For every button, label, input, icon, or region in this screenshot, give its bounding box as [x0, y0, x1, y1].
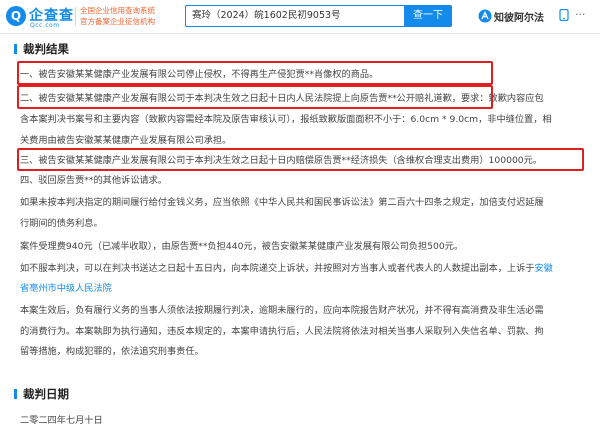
court-fee: 案件受理费940元（已减半收取），由原告贾**负担440元，被告安徽某某健康产业… — [20, 241, 464, 252]
date-section-title: 裁判日期 — [14, 386, 69, 402]
enforcement-clause-cont: 的消费行为。本案執即为执行通知，违反本规定的，本案申请执行后，人民法院将依法对相… — [20, 326, 544, 337]
verdict-item-2-end: 关费用由被告安徽某某健康产业发展有限公司承担。 — [20, 135, 232, 146]
top-bar: Q 企查查 Qcc.com 全国企业信用查询系统 官方备案企业征信机构 赛玲（2… — [0, 0, 600, 34]
tagline-line-2: 官方备案企业征信机构 — [80, 17, 155, 26]
tagline: 全国企业信用查询系统 官方备案企业征信机构 — [80, 5, 155, 27]
tagline-line-1: 全国企业信用查询系统 — [80, 6, 155, 15]
more-menu-icon[interactable]: ··· — [575, 8, 586, 21]
enforcement-clause-end: 留等措施，构成犯罪的，依法追究刑事责任。 — [20, 346, 204, 357]
search-button[interactable]: 查一下 — [404, 5, 452, 27]
search-input[interactable]: 赛玲（2024）皖1602民初9053号 — [185, 5, 404, 27]
appeal-court-link[interactable]: 省亳州市中级人民法院 — [20, 283, 112, 294]
section-marker — [14, 389, 17, 399]
verdict-title-text: 裁判结果 — [23, 42, 69, 56]
highlight-box-item-2 — [17, 85, 493, 109]
highlight-box-item-3 — [17, 148, 584, 171]
verdict-item-2-cont: 含本案判决书案号和主要内容（致歉内容需经本院及原告审核认可），报纸致歉版面面积不… — [20, 114, 552, 125]
enforcement-clause: 本案生效后，负有履行义务的当事人须依法按期履行判决，逾期未履行的，应向本院报告财… — [20, 305, 544, 316]
appeal-clause: 如不服本判决，可以在判决书送达之日起十五日内，向本院递交上诉状，并按照对方当事人… — [20, 263, 553, 274]
section-marker — [14, 44, 17, 54]
verdict-item-4: 四、驳回原告贾**的其他诉讼请求。 — [20, 175, 167, 186]
payment-clause-cont: 行期间的债务利息。 — [20, 218, 103, 229]
appeal-court: 省亳州市中级人民法院 — [20, 282, 112, 295]
highlight-box-item-1 — [17, 61, 493, 85]
header-divider — [75, 7, 76, 26]
date-title-text: 裁判日期 — [23, 387, 69, 401]
qcc-logo-subtext: Qcc.com — [30, 22, 60, 29]
qcc-logo-icon[interactable]: Q — [6, 6, 26, 26]
judgment-date-value: 二零二四年七月十日 — [20, 415, 103, 426]
payment-clause: 如果未按本判决指定的期间履行给付金钱义务，应当依照《中华人民共和国民事诉讼法》第… — [20, 197, 544, 208]
alpha-brand-icon[interactable] — [478, 9, 492, 23]
appeal-court-link-prefix[interactable]: 安徽 — [535, 263, 553, 274]
brand-link[interactable]: 知彼阿尔法 — [494, 9, 544, 24]
verdict-section-title: 裁判结果 — [14, 41, 69, 57]
app-download-icon[interactable] — [558, 9, 570, 21]
